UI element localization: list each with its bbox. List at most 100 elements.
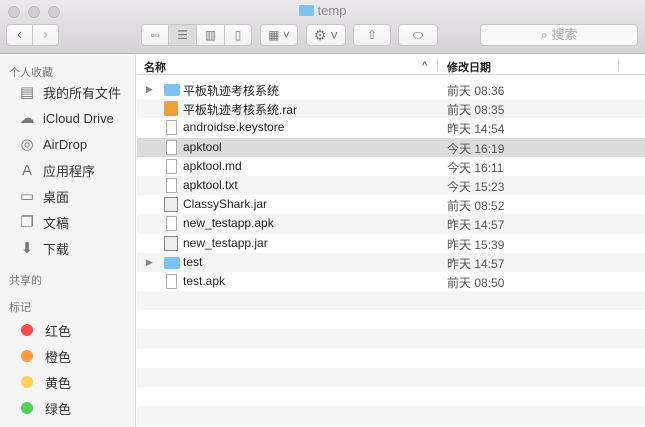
sidebar-item-icloud[interactable]: ☁ iCloud Drive xyxy=(18,108,114,128)
sidebar-item-downloads[interactable]: ⬇ 下载 xyxy=(18,238,69,258)
window-title-text: temp xyxy=(317,3,347,18)
shared-heading: 共享的 xyxy=(9,275,42,287)
red-tag-icon xyxy=(21,324,33,336)
column-divider[interactable] xyxy=(618,58,619,72)
cloud-icon: ☁ xyxy=(19,110,35,127)
search-input[interactable]: ⌕ 搜索 xyxy=(480,24,638,46)
file-name: apktool xyxy=(183,139,222,154)
sidebar-item-label: 我的所有文件 xyxy=(43,85,122,101)
file-name: new_testapp.jar xyxy=(183,235,268,250)
documents-icon: ❐ xyxy=(20,214,34,231)
file-name: 平板轨迹考核系统.rar xyxy=(183,103,298,118)
disclosure-triangle-icon[interactable]: ▶ xyxy=(146,257,153,268)
file-row[interactable]: apktool.md 今天 16:11 xyxy=(137,157,645,176)
file-date: 昨天 14:57 xyxy=(447,256,505,271)
file-name: androidse.keystore xyxy=(183,120,285,135)
back-button[interactable]: ‹ xyxy=(6,24,33,46)
sidebar-item-all-files[interactable]: ▤ 我的所有文件 xyxy=(18,82,121,102)
sidebar-item-label: 橙色 xyxy=(45,349,72,365)
file-date: 今天 16:19 xyxy=(447,141,505,156)
sidebar-item-label: iCloud Drive xyxy=(43,110,114,126)
folder-icon xyxy=(298,5,314,16)
empty-row xyxy=(137,310,645,329)
download-icon: ⬇ xyxy=(20,240,34,257)
jar-icon xyxy=(164,197,178,213)
share-button[interactable]: ⇧ xyxy=(353,24,391,46)
file-row[interactable]: ▶ test 昨天 14:57 xyxy=(137,252,645,272)
document-icon xyxy=(166,216,177,232)
search-placeholder: 搜索 xyxy=(551,27,578,42)
file-row[interactable]: new_testapp.apk 昨天 14:57 xyxy=(137,214,645,234)
sidebar-item-airdrop[interactable]: ◎ AirDrop xyxy=(18,134,87,154)
sort-ascending-icon[interactable]: ^ xyxy=(422,60,427,70)
sidebar-item-label: AirDrop xyxy=(43,136,88,152)
file-row[interactable]: apktool 今天 16:19 xyxy=(137,137,645,157)
file-date: 前天 08:36 xyxy=(447,84,505,98)
applications-icon: A xyxy=(21,161,32,179)
file-row[interactable]: apktool.txt 今天 15:23 xyxy=(137,175,645,196)
document-icon xyxy=(166,139,177,155)
file-name: apktool.md xyxy=(183,158,242,173)
document-icon xyxy=(166,158,177,174)
column-header: 名称 ^ 修改日期 xyxy=(137,55,645,75)
orange-tag-icon xyxy=(21,350,33,362)
sidebar-tag-green[interactable]: 绿色 xyxy=(18,398,71,418)
file-name: ClassyShark.jar xyxy=(183,197,268,212)
file-row[interactable]: ClassyShark.jar 前天 08:52 xyxy=(137,195,645,214)
empty-row xyxy=(137,349,645,368)
name-column-header[interactable]: 名称 xyxy=(144,59,166,75)
date-column-header[interactable]: 修改日期 xyxy=(447,59,491,75)
file-row[interactable]: androidse.keystore 昨天 14:54 xyxy=(137,118,645,137)
sidebar-item-label: 桌面 xyxy=(43,189,70,205)
window-title: temp xyxy=(0,3,645,18)
forward-button[interactable]: › xyxy=(32,24,59,46)
file-name: 平板轨迹考核系统 xyxy=(183,84,280,98)
title-bar: temp ‹ › ▫▫ ☰ ▥ ▯ ▦ ˅ ⚙ ˅ ⇧ ⬭ ⌕ 搜索 xyxy=(0,0,645,54)
sidebar-item-desktop[interactable]: ▭ 桌面 xyxy=(18,186,69,206)
file-date: 昨天 14:54 xyxy=(447,122,505,137)
file-name: apktool.txt xyxy=(183,177,238,192)
empty-row xyxy=(137,406,645,426)
icon-view-button[interactable]: ▫▫ xyxy=(141,24,169,46)
sidebar-item-label: 黄色 xyxy=(45,375,72,391)
file-row[interactable]: test.apk 前天 08:50 xyxy=(137,272,645,291)
sidebar-tag-orange[interactable]: 橙色 xyxy=(18,346,71,366)
list-view-button[interactable]: ☰ xyxy=(168,24,197,46)
jar-icon xyxy=(164,235,178,251)
file-date: 今天 15:23 xyxy=(447,179,505,194)
cover-flow-button[interactable]: ▯ xyxy=(224,24,252,46)
file-name: new_testapp.apk xyxy=(183,216,274,231)
arrange-button[interactable]: ▦ ˅ xyxy=(260,24,298,46)
document-icon xyxy=(166,120,177,136)
file-date: 今天 16:11 xyxy=(447,160,504,175)
sidebar-item-label: 文稿 xyxy=(43,215,70,231)
desktop-icon: ▭ xyxy=(19,188,35,205)
empty-row xyxy=(137,387,645,406)
sidebar-item-label: 红色 xyxy=(45,323,72,339)
archive-icon xyxy=(164,101,178,117)
file-date: 前天 08:50 xyxy=(447,275,505,290)
tag-button[interactable]: ⬭ xyxy=(398,24,438,46)
file-row[interactable]: 平板轨迹考核系统.rar 前天 08:35 xyxy=(137,99,645,119)
file-date: 前天 08:35 xyxy=(447,103,505,118)
empty-row xyxy=(137,329,645,349)
sidebar-item-label: 绿色 xyxy=(45,401,72,417)
sidebar-item-label: 下载 xyxy=(43,241,70,257)
sidebar-item-documents[interactable]: ❐ 文稿 xyxy=(18,212,69,232)
action-gear-button[interactable]: ⚙ ˅ xyxy=(306,24,346,46)
disclosure-triangle-icon[interactable]: ▶ xyxy=(146,84,153,95)
file-name: test.apk xyxy=(183,273,226,288)
sidebar-tag-yellow[interactable]: 黄色 xyxy=(18,372,71,392)
file-date: 昨天 14:57 xyxy=(447,218,505,233)
file-row[interactable]: new_testapp.jar 昨天 15:39 xyxy=(137,234,645,253)
column-view-button[interactable]: ▥ xyxy=(196,24,225,46)
folder-icon xyxy=(164,256,180,269)
file-row[interactable]: ▶ 平板轨迹考核系统 前天 08:36 xyxy=(137,80,645,99)
file-date: 前天 08:52 xyxy=(447,199,505,214)
column-divider[interactable] xyxy=(437,58,438,72)
file-date: 昨天 15:39 xyxy=(447,237,505,252)
file-list: ▶ 平板轨迹考核系统 前天 08:36 平板轨迹考核系统.rar 前天 08:35 and… xyxy=(137,80,645,426)
sidebar-tag-red[interactable]: 红色 xyxy=(18,320,71,340)
sidebar-item-applications[interactable]: A 应用程序 xyxy=(18,160,95,180)
folder-icon xyxy=(164,84,180,96)
